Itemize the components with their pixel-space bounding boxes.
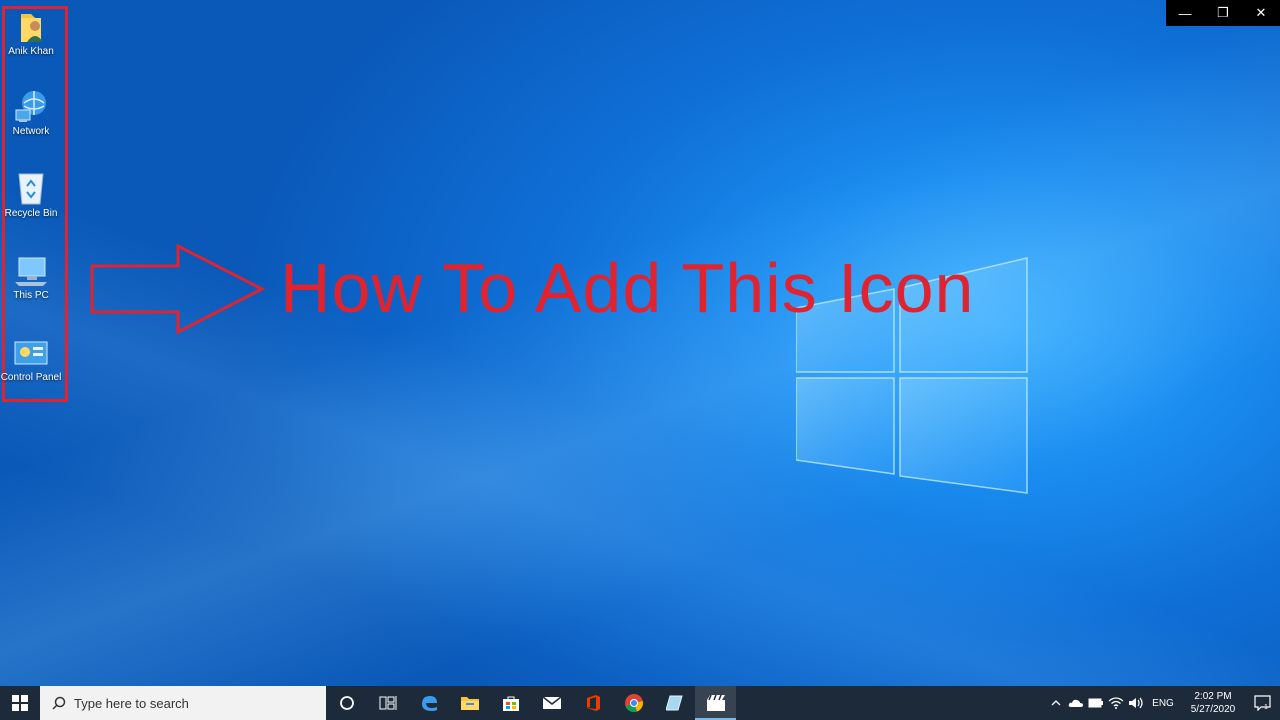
- desktop-icon-label: Control Panel: [0, 372, 62, 383]
- search-icon: [52, 696, 66, 710]
- desktop-icon-control-panel[interactable]: Control Panel: [0, 338, 66, 383]
- battery-button[interactable]: [1086, 698, 1106, 708]
- cortana-button[interactable]: [326, 686, 367, 720]
- desktop-icon-label: Anik Khan: [8, 46, 54, 57]
- file-explorer-icon: [460, 697, 479, 710]
- restore-button[interactable]: ❐: [1204, 0, 1242, 26]
- arrow-right-icon: [90, 244, 266, 334]
- system-tray: ENG 2:02 PM 5/27/2020 1: [1046, 686, 1280, 720]
- notification-icon: 1: [1254, 695, 1271, 711]
- clock[interactable]: 2:02 PM 5/27/2020: [1180, 690, 1246, 716]
- close-button[interactable]: ✕: [1242, 0, 1280, 26]
- mail-icon: [542, 696, 561, 709]
- light-beam: [0, 0, 1280, 720]
- start-button[interactable]: [0, 686, 40, 720]
- minimize-button[interactable]: —: [1166, 0, 1204, 26]
- desktop-icon-network[interactable]: Network: [0, 88, 66, 137]
- recycle-bin-icon: [18, 173, 44, 205]
- window-controls: — ❐ ✕: [1166, 0, 1280, 26]
- desktop-icon-label: Recycle Bin: [4, 208, 58, 219]
- edge-button[interactable]: [408, 686, 449, 720]
- desktop-icon-user-folder[interactable]: Anik Khan: [0, 10, 66, 57]
- cloud-icon: [1068, 699, 1083, 707]
- user-folder-icon: [21, 14, 43, 42]
- desktop-icon-label: Network: [12, 126, 50, 137]
- battery-icon: [1088, 698, 1103, 708]
- taskbar: Type here to search ENG 2:02 PM 5/27/202…: [0, 686, 1280, 720]
- edge-icon: [421, 696, 437, 711]
- chevron-up-icon: [1051, 700, 1061, 706]
- search-box[interactable]: Type here to search: [40, 686, 326, 720]
- speaker-icon: [1129, 697, 1143, 709]
- cortana-icon: [339, 696, 354, 710]
- notepad-button[interactable]: [654, 686, 695, 720]
- control-panel-icon: [14, 341, 48, 365]
- desktop-icon-this-pc[interactable]: This PC: [0, 254, 66, 301]
- volume-button[interactable]: [1126, 697, 1146, 709]
- file-explorer-button[interactable]: [449, 686, 490, 720]
- language-indicator[interactable]: ENG: [1146, 698, 1180, 709]
- desktop-icon-recycle-bin[interactable]: Recycle Bin: [0, 170, 66, 219]
- chrome-icon: [624, 694, 643, 713]
- clock-date: 5/27/2020: [1190, 704, 1236, 715]
- notification-count: 1: [1264, 704, 1268, 711]
- wifi-icon: [1108, 697, 1124, 709]
- search-placeholder: Type here to search: [74, 695, 189, 711]
- desktop-icon-label: This PC: [13, 290, 49, 301]
- task-view-button[interactable]: [367, 686, 408, 720]
- action-center-button[interactable]: 1: [1246, 695, 1280, 711]
- store-icon: [502, 696, 519, 711]
- clock-time: 2:02 PM: [1194, 691, 1232, 702]
- network-icon: [15, 91, 46, 122]
- this-pc-icon: [15, 257, 47, 286]
- video-editor-button[interactable]: [695, 686, 736, 720]
- onedrive-button[interactable]: [1066, 698, 1086, 708]
- task-view-icon: [379, 696, 396, 710]
- office-icon: [586, 695, 600, 711]
- light-beam: [0, 0, 1280, 720]
- windows-start-icon: [12, 695, 28, 711]
- show-hidden-icons-button[interactable]: [1046, 699, 1066, 707]
- wifi-button[interactable]: [1106, 697, 1126, 709]
- store-button[interactable]: [490, 686, 531, 720]
- office-button[interactable]: [572, 686, 613, 720]
- notepad-icon: [665, 695, 683, 711]
- annotation-headline: How To Add This Icon: [280, 249, 975, 327]
- mail-button[interactable]: [531, 686, 572, 720]
- video-editor-icon: [706, 694, 725, 711]
- chrome-button[interactable]: [613, 686, 654, 720]
